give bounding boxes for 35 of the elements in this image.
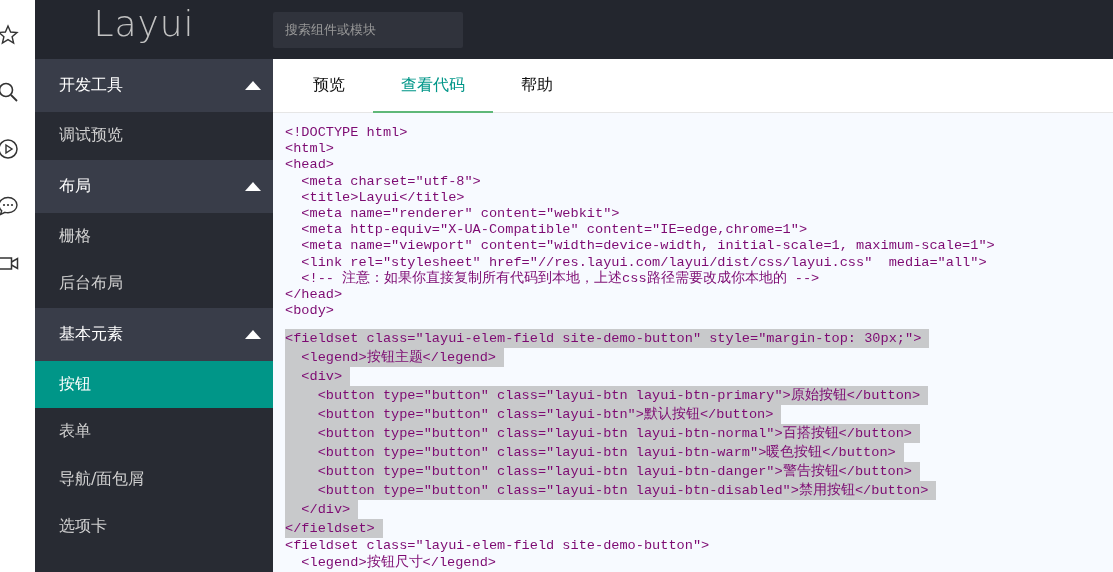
sidebar-item[interactable]: 导航/面包屑	[35, 455, 273, 503]
code-line: <meta charset="utf-8">	[300, 173, 481, 190]
code-line: <meta name="renderer" content="webkit">	[300, 206, 620, 223]
tab[interactable]: 预览	[285, 59, 373, 113]
search-field[interactable]: 搜索组件或模块	[273, 11, 463, 48]
caret-icon	[245, 329, 261, 339]
code-line: <!DOCTYPE html>	[285, 125, 408, 142]
code-line: <link rel="stylesheet" href="//res.layui.com/layui/dist/css/layui.css" media="all">	[300, 254, 987, 270]
sidebar-group-header[interactable]: 开发工具	[35, 59, 273, 112]
sidebar-item[interactable]: 按钮	[35, 360, 273, 408]
tab[interactable]: 查看代码	[373, 59, 493, 113]
chat-icon[interactable]	[0, 195, 19, 217]
sidebar-item[interactable]: 后台布局	[35, 260, 273, 308]
code-line: <title>Layui</title>	[300, 189, 465, 206]
play-icon[interactable]	[0, 138, 19, 160]
tab[interactable]: 帮助	[493, 59, 581, 113]
star-icon[interactable]	[0, 24, 19, 46]
code-line: </head>	[285, 287, 343, 304]
code-line: <head>	[285, 157, 334, 174]
sidebar-item[interactable]: 选项卡	[35, 503, 273, 551]
sidebar-group-header[interactable]: 基本元素	[35, 307, 273, 361]
caret-icon	[245, 81, 261, 90]
caret-icon	[245, 181, 261, 191]
code-line: <fieldset class="layui-elem-field site-demo-button">	[285, 538, 710, 554]
code-line: <meta http-equiv="X-UA-Compatible" content="IE=edge,chrome=1">	[300, 222, 808, 239]
sidebar-item[interactable]: 调试预览	[35, 112, 273, 160]
code-line: <body>	[285, 303, 334, 320]
code-line: <legend>按钮尺寸</legend>	[300, 554, 496, 571]
sidebar-group-header[interactable]: 布局	[35, 159, 273, 213]
code-line: <html>	[285, 141, 334, 158]
sidebar-item[interactable]: 栅格	[35, 212, 273, 260]
code-line: <!-- 注意：如果你直接复制所有代码到本地，上述css路径需要改成你本地的 -->	[300, 270, 820, 288]
sidebar-item[interactable]: 表单	[35, 408, 273, 456]
search-icon[interactable]	[0, 81, 19, 103]
code-line: <meta name="viewport" content="width=device-width, initial-scale=1, maximum-scale=1">	[300, 238, 995, 255]
